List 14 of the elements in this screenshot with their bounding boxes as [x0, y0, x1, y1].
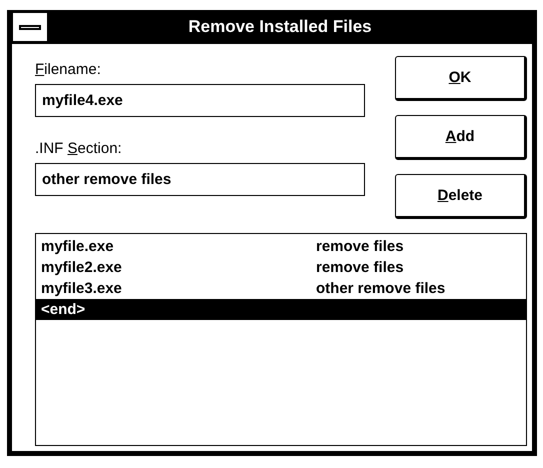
input-field[interactable]: other remove files — [35, 163, 365, 196]
input-field[interactable]: myfile4.exe — [35, 84, 365, 117]
list-item[interactable]: myfile.exe remove files — [36, 236, 526, 257]
window-title: Remove Installed Files — [187, 17, 373, 37]
list-item[interactable]: <end> — [36, 299, 526, 320]
field-label: Filename: — [35, 60, 102, 80]
field-label: .INF Section: — [35, 139, 123, 159]
dialog-button[interactable]: OK — [395, 56, 527, 101]
dialog-button[interactable]: Delete — [395, 174, 527, 219]
list-item[interactable]: myfile2.exe remove files — [36, 257, 526, 278]
file-list[interactable]: myfile.exe remove files myfile2.exe remove files myfile3.exe other remove files <end> — [35, 233, 527, 446]
dialog-button[interactable]: Add — [395, 115, 527, 160]
system-menu-button[interactable] — [12, 12, 48, 42]
list-item[interactable]: myfile3.exe other remove files — [36, 278, 526, 299]
